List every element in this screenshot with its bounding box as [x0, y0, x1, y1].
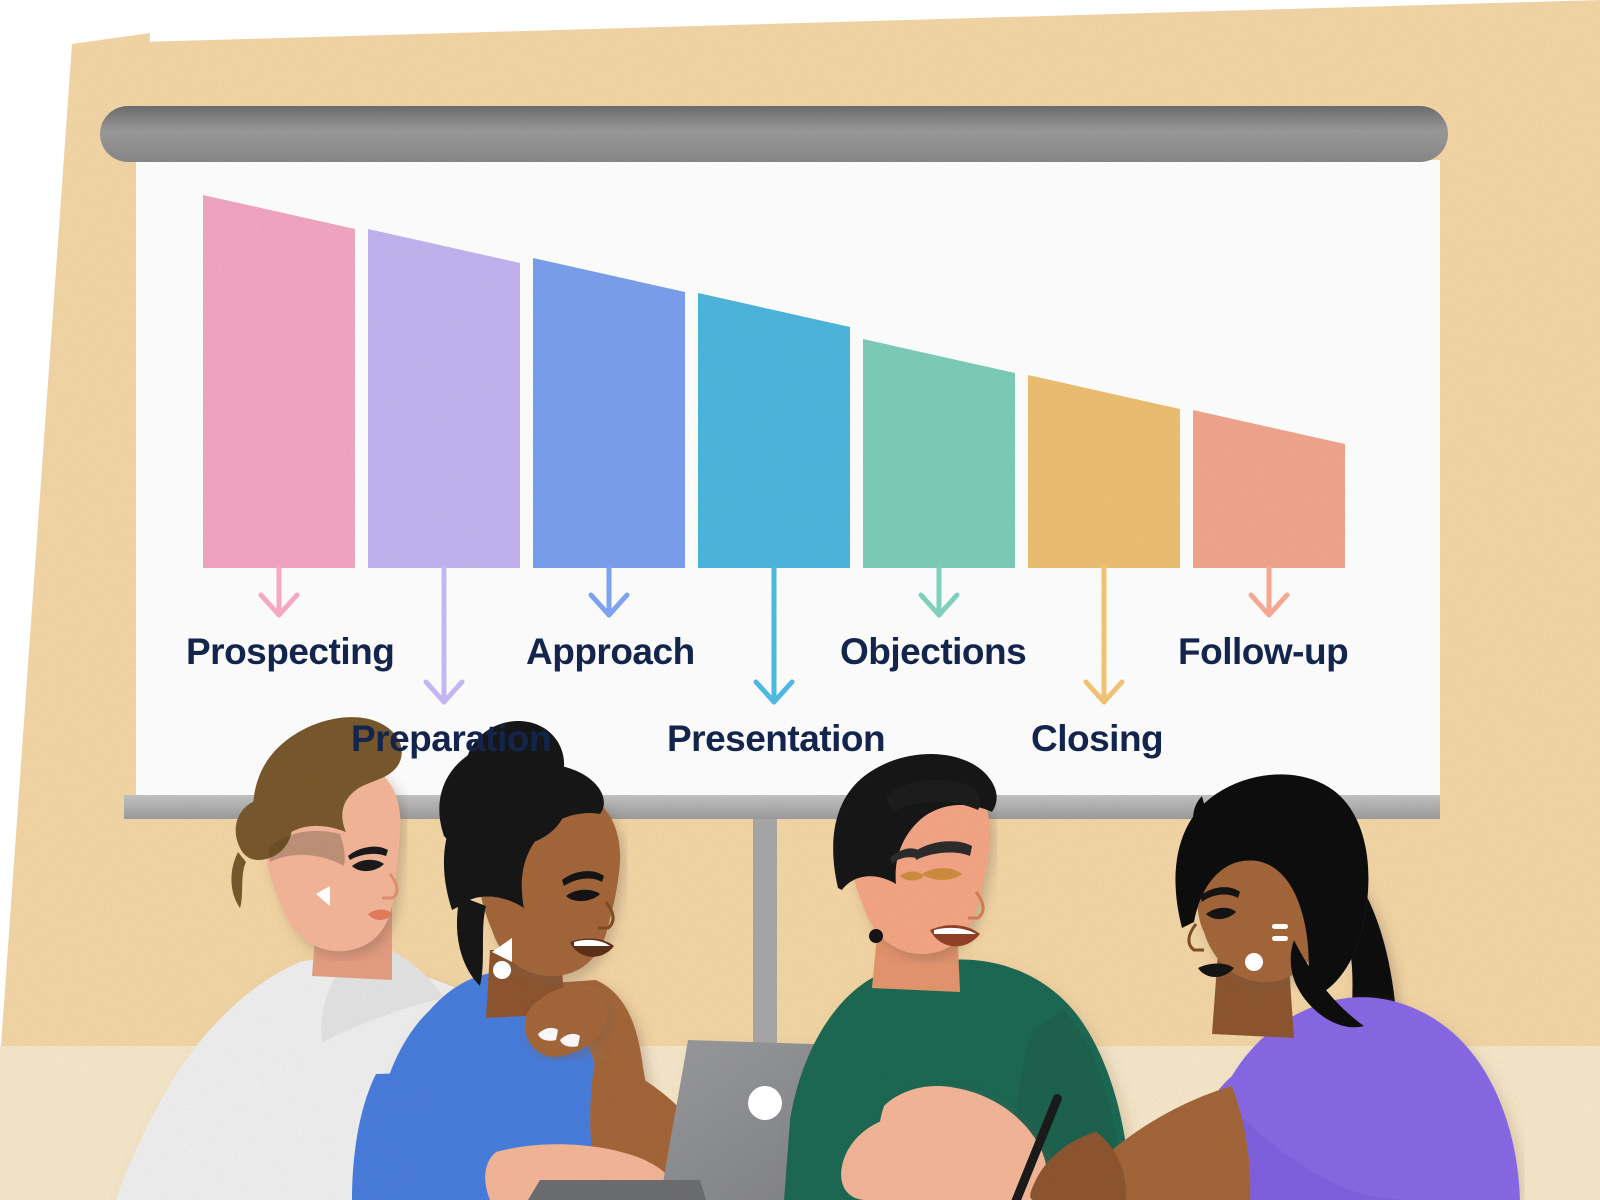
funnel-bar-approach	[533, 258, 685, 568]
stage-label-preparation: Preparation	[351, 718, 552, 759]
projector-screen-roller	[100, 106, 1448, 162]
funnel-bar-prospecting	[203, 195, 355, 568]
funnel-bar-presentation	[698, 293, 850, 568]
stage-label-presentation: Presentation	[667, 718, 886, 759]
illustration-canvas: Prospecting Preparation Approach Present…	[0, 0, 1600, 1200]
scene-svg	[0, 0, 1600, 1200]
funnel-bar-closing	[1028, 375, 1180, 568]
stage-label-prospecting: Prospecting	[186, 631, 395, 672]
stage-label-followup: Follow-up	[1178, 631, 1349, 672]
stage-label-objections: Objections	[840, 631, 1027, 672]
stage-label-closing: Closing	[1031, 718, 1164, 759]
laptop-base	[528, 1180, 706, 1200]
person-3-ear-stud	[869, 929, 883, 943]
wall-panel-right	[1440, 160, 1600, 1046]
stage-label-approach: Approach	[526, 631, 695, 672]
funnel-bar-objections	[863, 339, 1015, 568]
screen-pole	[753, 800, 777, 1060]
funnel-bar-preparation	[368, 229, 520, 568]
laptop-logo	[748, 1086, 782, 1120]
